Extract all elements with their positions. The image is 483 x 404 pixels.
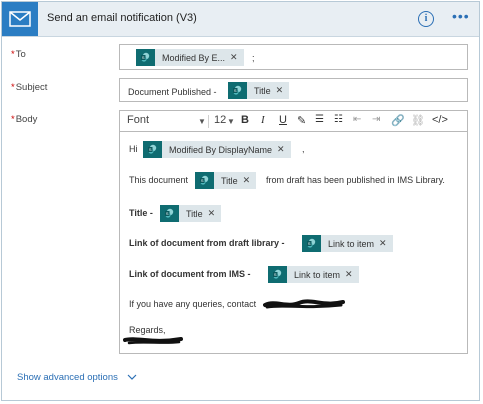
sharepoint-icon: S (268, 266, 287, 283)
body-editor[interactable]: Hi S Modified By DisplayName ✕ , This do… (119, 131, 468, 354)
dynamic-content-token[interactable]: S Link to item ✕ (302, 235, 393, 252)
remove-token-icon[interactable]: ✕ (379, 238, 393, 249)
rich-text-toolbar: Font ▼ 12 ▼ B I U ✎ ☰ ☷ ⇤ ⇥ 🔗 ⛓ </> (119, 110, 468, 131)
mail-icon (2, 2, 38, 36)
sharepoint-icon: S (228, 82, 247, 99)
increase-indent-icon[interactable]: ⇥ (372, 114, 380, 125)
code-view-icon[interactable]: </> (432, 114, 448, 126)
card-header[interactable]: Send an email notification (V3) i ••• (2, 2, 479, 37)
svg-text:S: S (149, 147, 152, 152)
sharepoint-icon: S (302, 235, 321, 252)
sharepoint-icon: S (195, 172, 214, 189)
to-label: *To (11, 49, 26, 60)
decrease-indent-icon[interactable]: ⇤ (353, 114, 361, 125)
svg-text:S: S (274, 272, 277, 277)
more-options-icon[interactable]: ••• (452, 8, 470, 24)
link-icon[interactable]: 🔗 (391, 114, 405, 127)
svg-text:S: S (166, 211, 169, 216)
chevron-down-icon[interactable]: ▼ (198, 117, 206, 126)
dynamic-content-token[interactable]: S Title ✕ (160, 205, 222, 222)
subject-text: Document Published - (128, 87, 217, 97)
highlight-icon[interactable]: ✎ (297, 114, 306, 127)
numbered-list-icon[interactable]: ☷ (334, 114, 343, 125)
italic-icon[interactable]: I (261, 114, 265, 126)
dynamic-content-token[interactable]: S Modified By E... ✕ (136, 49, 244, 66)
chevron-down-icon (127, 372, 137, 383)
font-family-select[interactable]: Font (127, 114, 149, 126)
underline-icon[interactable]: U (279, 114, 287, 126)
redacted-scribble (123, 334, 185, 349)
remove-token-icon[interactable]: ✕ (243, 175, 257, 186)
subject-field[interactable]: Document Published - S Title ✕ (119, 78, 468, 102)
bulleted-list-icon[interactable]: ☰ (315, 114, 324, 125)
chevron-down-icon[interactable]: ▼ (227, 117, 235, 126)
unlink-icon[interactable]: ⛓ (411, 114, 425, 127)
svg-text:S: S (234, 88, 237, 93)
dynamic-content-token[interactable]: S Link to item ✕ (268, 266, 359, 283)
dynamic-content-token[interactable]: S Modified By DisplayName ✕ (143, 141, 291, 158)
subject-label: *Subject (11, 82, 48, 93)
remove-token-icon[interactable]: ✕ (276, 85, 290, 96)
body-label: *Body (11, 114, 38, 125)
svg-text:S: S (308, 241, 311, 246)
show-advanced-options-link[interactable]: Show advanced options (17, 372, 137, 383)
svg-text:S: S (142, 55, 145, 60)
sharepoint-icon: S (143, 141, 162, 158)
card-title: Send an email notification (V3) (47, 12, 197, 24)
to-field[interactable]: S Modified By E... ✕ ; (119, 44, 468, 70)
email-action-card: Send an email notification (V3) i ••• *T… (1, 1, 480, 401)
redacted-scribble (263, 298, 345, 313)
dynamic-content-token[interactable]: S Title ✕ (195, 172, 257, 189)
svg-text:S: S (201, 178, 204, 183)
remove-token-icon[interactable]: ✕ (208, 208, 222, 219)
sharepoint-icon: S (136, 49, 155, 66)
info-icon[interactable]: i (418, 11, 434, 27)
font-size-select[interactable]: 12 (214, 114, 226, 126)
remove-token-icon[interactable]: ✕ (277, 144, 291, 155)
bold-icon[interactable]: B (241, 114, 249, 126)
remove-token-icon[interactable]: ✕ (345, 269, 359, 280)
remove-token-icon[interactable]: ✕ (230, 52, 244, 63)
dynamic-content-token[interactable]: S Title ✕ (228, 82, 290, 99)
sharepoint-icon: S (160, 205, 179, 222)
